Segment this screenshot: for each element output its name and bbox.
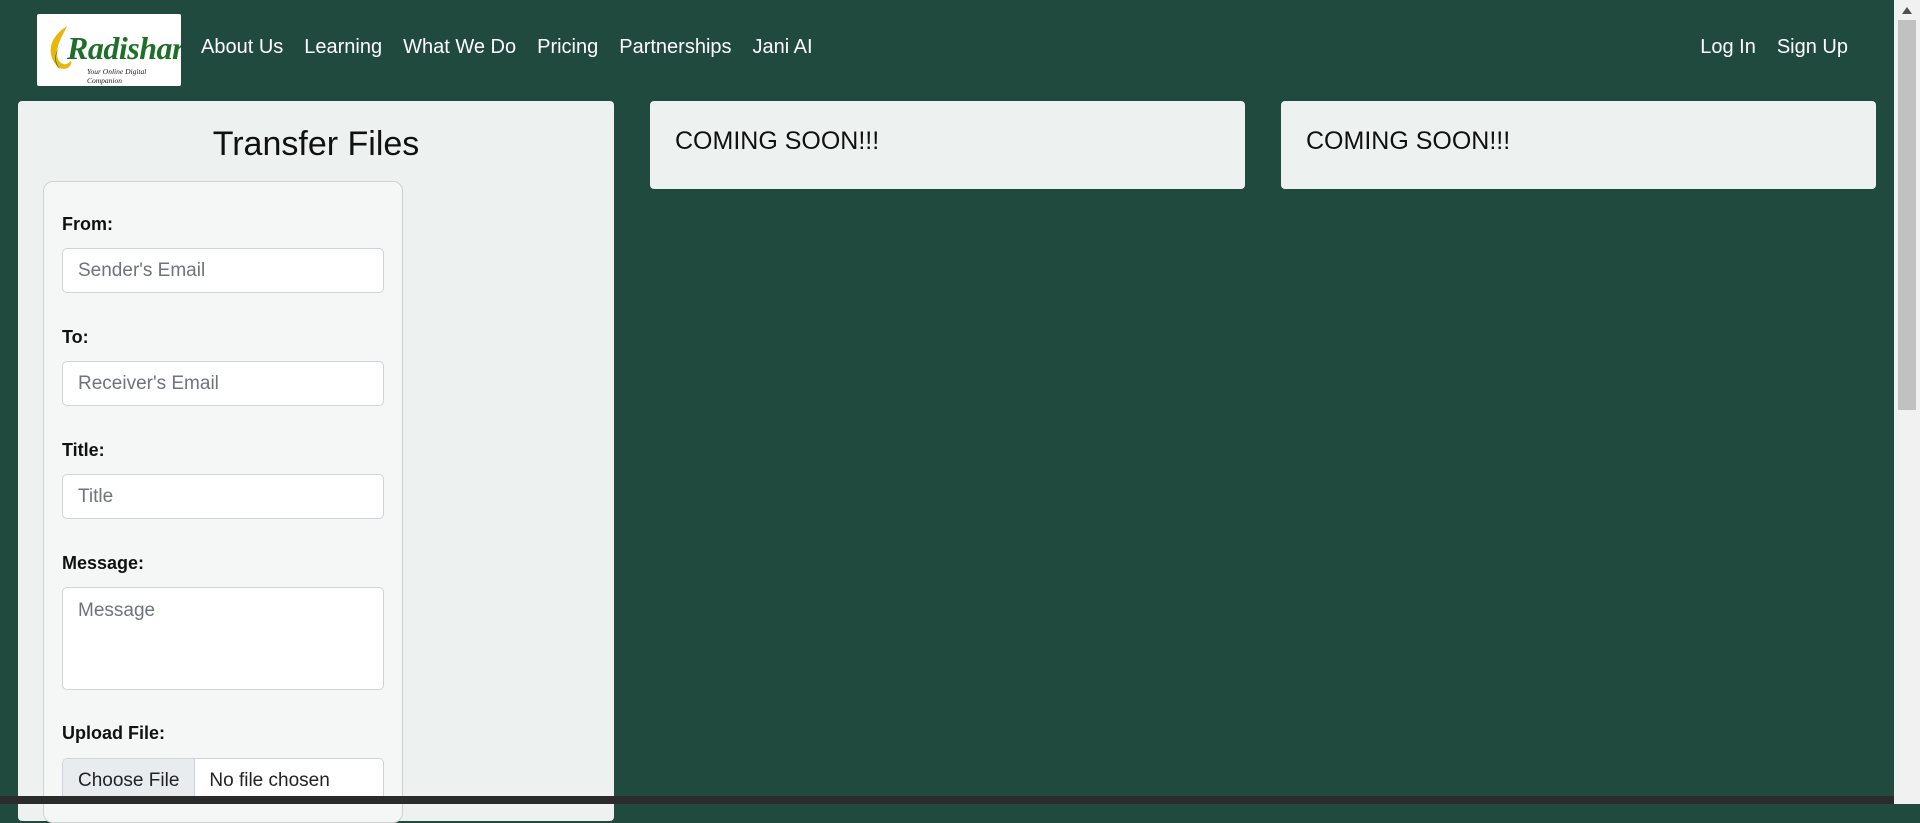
title-input[interactable] (62, 474, 384, 519)
coming-soon-text-2: COMING SOON!!! (1306, 127, 1511, 155)
nav-pricing[interactable]: Pricing (537, 36, 598, 59)
page-scrollbar[interactable] (1894, 0, 1920, 804)
nav-jani-ai[interactable]: Jani AI (753, 36, 813, 59)
login-link[interactable]: Log In (1700, 36, 1756, 59)
transfer-form: From: To: Title: Message: Upload File: C… (43, 181, 403, 823)
scroll-up-arrow-icon[interactable] (1902, 7, 1912, 14)
message-label: Message: (62, 553, 145, 573)
radishare-logo[interactable]: Radishare Your Online Digital Companion (37, 14, 181, 86)
bottom-edge-bar (0, 796, 1894, 804)
nav-what-we-do[interactable]: What We Do (403, 36, 516, 59)
scroll-thumb[interactable] (1898, 20, 1916, 410)
signup-link[interactable]: Sign Up (1777, 36, 1848, 59)
receiver-email-input[interactable] (62, 361, 384, 406)
message-textarea[interactable] (62, 587, 384, 690)
transfer-title: Transfer Files (212, 125, 420, 163)
auth-links: Log In Sign Up (1689, 36, 1858, 59)
nav-about-us[interactable]: About Us (201, 36, 283, 59)
nav-partnerships[interactable]: Partnerships (619, 36, 731, 59)
top-navbar: Radishare Your Online Digital Companion … (0, 0, 1894, 100)
sender-email-input[interactable] (62, 248, 384, 293)
nav-links: About Us Learning What We Do Pricing Par… (190, 36, 823, 59)
transfer-files-card: Transfer Files From: To: Title: Message:… (18, 101, 614, 823)
coming-soon-text-1: COMING SOON!!! (675, 127, 880, 155)
from-label: From: (62, 214, 113, 234)
logo-wordmark: Radishare (67, 30, 181, 66)
to-label: To: (62, 327, 89, 347)
coming-soon-card-1: COMING SOON!!! (650, 101, 1245, 189)
file-status-text: No file chosen (209, 770, 330, 791)
logo-tagline: Your Online Digital Companion (87, 67, 147, 85)
title-label: Title: (62, 440, 105, 460)
upload-file-label: Upload File: (62, 723, 165, 743)
nav-learning[interactable]: Learning (304, 36, 382, 59)
coming-soon-card-2: COMING SOON!!! (1281, 101, 1876, 189)
